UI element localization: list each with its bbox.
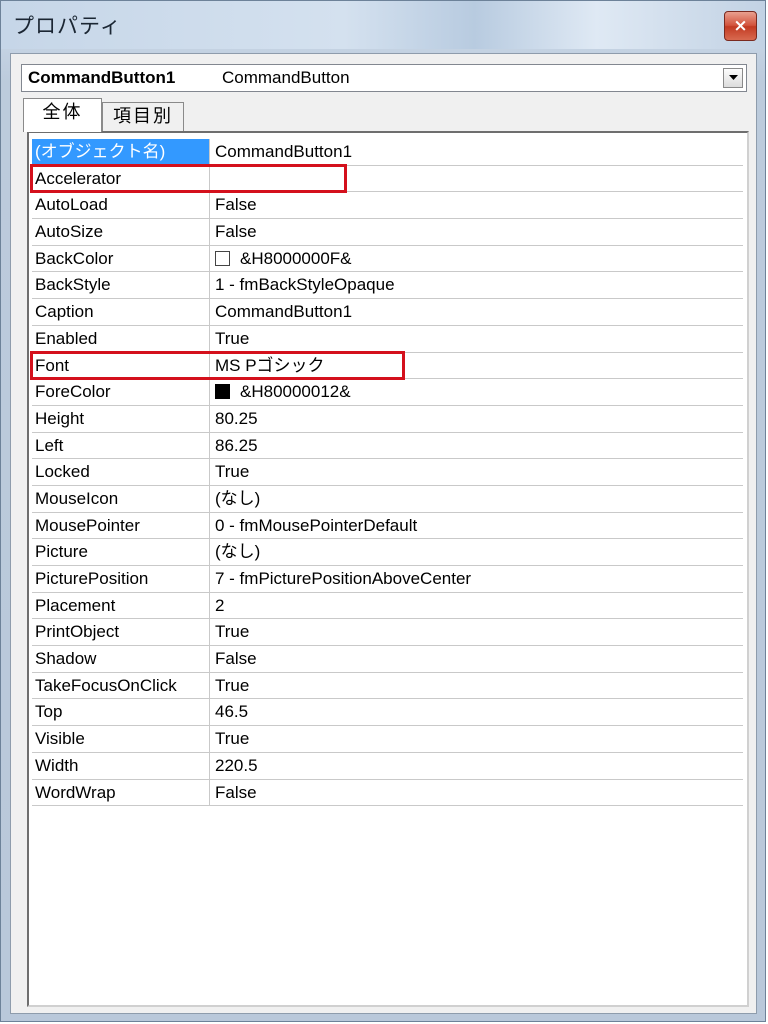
property-row[interactable]: PrintObject True <box>32 619 743 647</box>
property-row[interactable]: Locked True <box>32 459 743 486</box>
property-name[interactable]: PicturePosition <box>32 566 210 592</box>
property-row[interactable]: Shadow False <box>32 646 743 673</box>
property-name[interactable]: BackStyle <box>32 272 210 299</box>
property-name[interactable]: Placement <box>32 592 210 619</box>
chevron-down-icon <box>728 75 738 80</box>
property-name[interactable]: (オブジェクト名) <box>32 139 210 165</box>
property-name[interactable]: AutoLoad <box>32 192 210 219</box>
property-row[interactable]: AutoSize False <box>32 219 743 246</box>
property-name[interactable]: Accelerator <box>32 165 210 192</box>
property-row[interactable]: MousePointer 0 - fmMousePointerDefault <box>32 512 743 540</box>
property-value[interactable]: CommandButton1 <box>210 139 743 165</box>
tab-alphabetic[interactable]: 全体 <box>23 98 102 132</box>
property-name[interactable]: ForeColor <box>32 379 210 405</box>
tab-categorized[interactable]: 項目別 <box>102 102 184 133</box>
property-value[interactable]: (なし) <box>210 486 743 512</box>
property-name[interactable]: Height <box>32 405 210 432</box>
property-row[interactable]: Placement 2 <box>32 592 743 620</box>
object-type: CommandButton <box>222 68 350 87</box>
property-value[interactable] <box>210 166 743 192</box>
property-row[interactable]: TakeFocusOnClick True <box>32 672 743 700</box>
color-swatch-icon <box>215 250 230 266</box>
property-value[interactable]: True <box>210 673 743 699</box>
property-row[interactable]: Font MS Pゴシック <box>32 352 743 380</box>
window-title: プロパティ <box>13 14 122 38</box>
property-row[interactable]: Height 80.25 <box>32 405 743 433</box>
property-name[interactable]: Visible <box>32 726 210 752</box>
property-name[interactable]: Shadow <box>32 646 210 672</box>
property-name[interactable]: WordWrap <box>32 779 210 806</box>
property-value[interactable]: CommandButton1 <box>210 299 743 325</box>
property-row[interactable]: AutoLoad False <box>32 192 743 220</box>
property-row[interactable]: (オブジェクト名) CommandButton1 <box>32 139 743 166</box>
property-row[interactable]: BackStyle 1 - fmBackStyleOpaque <box>32 272 743 300</box>
property-name[interactable]: Locked <box>32 459 210 485</box>
property-value[interactable]: True <box>210 459 743 485</box>
tab-categorized-label: 項目別 <box>113 106 173 127</box>
property-name[interactable]: BackColor <box>32 245 210 272</box>
property-row[interactable]: Picture (なし) <box>32 539 743 566</box>
property-name[interactable]: Font <box>32 352 210 379</box>
property-value[interactable]: MS Pゴシック <box>210 353 743 379</box>
property-name[interactable]: MousePointer <box>32 512 210 539</box>
property-row[interactable]: Caption CommandButton1 <box>32 299 743 326</box>
property-value[interactable]: False <box>210 780 743 806</box>
property-name[interactable]: AutoSize <box>32 219 210 245</box>
property-value[interactable]: 0 - fmMousePointerDefault <box>210 513 743 539</box>
dropdown-arrow-button[interactable] <box>723 68 743 88</box>
property-row[interactable]: Accelerator <box>32 165 743 193</box>
property-value[interactable]: &H80000012& <box>210 379 743 405</box>
property-name[interactable]: TakeFocusOnClick <box>32 672 210 699</box>
property-row[interactable]: Enabled True <box>32 325 743 353</box>
property-value[interactable]: True <box>210 726 743 752</box>
property-value[interactable]: False <box>210 192 743 218</box>
properties-window: プロパティ × CommandButton1 CommandButton 全体 … <box>0 0 766 1022</box>
property-row[interactable]: Left 86.25 <box>32 432 743 460</box>
property-name[interactable]: Width <box>32 752 210 779</box>
property-value[interactable]: &H8000000F& <box>210 246 743 272</box>
property-value[interactable]: 46.5 <box>210 699 743 725</box>
property-name[interactable]: Left <box>32 432 210 459</box>
close-icon: × <box>733 15 748 36</box>
object-selector[interactable]: CommandButton1 CommandButton <box>21 64 747 92</box>
property-name[interactable]: PrintObject <box>32 619 210 646</box>
property-name[interactable]: MouseIcon <box>32 485 210 512</box>
property-row[interactable]: ForeColor &H80000012& <box>32 379 743 406</box>
property-value-text: &H80000012& <box>240 382 351 402</box>
object-name: CommandButton1 <box>28 68 176 87</box>
tab-alphabetic-label: 全体 <box>42 102 83 123</box>
property-name[interactable]: Enabled <box>32 325 210 352</box>
properties-panel: CommandButton1 CommandButton 全体 項目別 (オブジ… <box>10 53 757 1014</box>
property-grid: (オブジェクト名) CommandButton1 Accelerator AutoLo… <box>27 131 749 1007</box>
property-value[interactable]: 86.25 <box>210 433 743 459</box>
property-row[interactable]: Width 220.5 <box>32 752 743 780</box>
property-row[interactable]: MouseIcon (なし) <box>32 485 743 513</box>
property-value[interactable]: (なし) <box>210 539 743 565</box>
color-swatch-icon <box>215 384 230 400</box>
property-value[interactable]: 80.25 <box>210 406 743 432</box>
property-value[interactable]: True <box>210 619 743 645</box>
property-name[interactable]: Top <box>32 699 210 726</box>
property-value[interactable]: 7 - fmPicturePositionAboveCenter <box>210 566 743 592</box>
close-button[interactable]: × <box>724 11 757 41</box>
property-value[interactable]: 2 <box>210 593 743 619</box>
property-row[interactable]: Top 46.5 <box>32 699 743 727</box>
property-row[interactable]: Visible True <box>32 726 743 753</box>
property-value[interactable]: True <box>210 326 743 352</box>
property-row[interactable]: WordWrap False <box>32 779 743 807</box>
property-value[interactable]: 220.5 <box>210 753 743 779</box>
title-bar[interactable]: プロパティ × <box>1 1 765 49</box>
property-row[interactable]: PicturePosition 7 - fmPicturePositionAbov… <box>32 566 743 593</box>
property-value-text: &H8000000F& <box>240 248 352 268</box>
property-value[interactable]: False <box>210 219 743 245</box>
property-value[interactable]: 1 - fmBackStyleOpaque <box>210 272 743 298</box>
property-row[interactable]: BackColor &H8000000F& <box>32 245 743 273</box>
property-list: (オブジェクト名) CommandButton1 Accelerator AutoLo… <box>32 139 743 807</box>
property-name[interactable]: Picture <box>32 539 210 565</box>
property-value[interactable]: False <box>210 646 743 672</box>
property-name[interactable]: Caption <box>32 299 210 325</box>
